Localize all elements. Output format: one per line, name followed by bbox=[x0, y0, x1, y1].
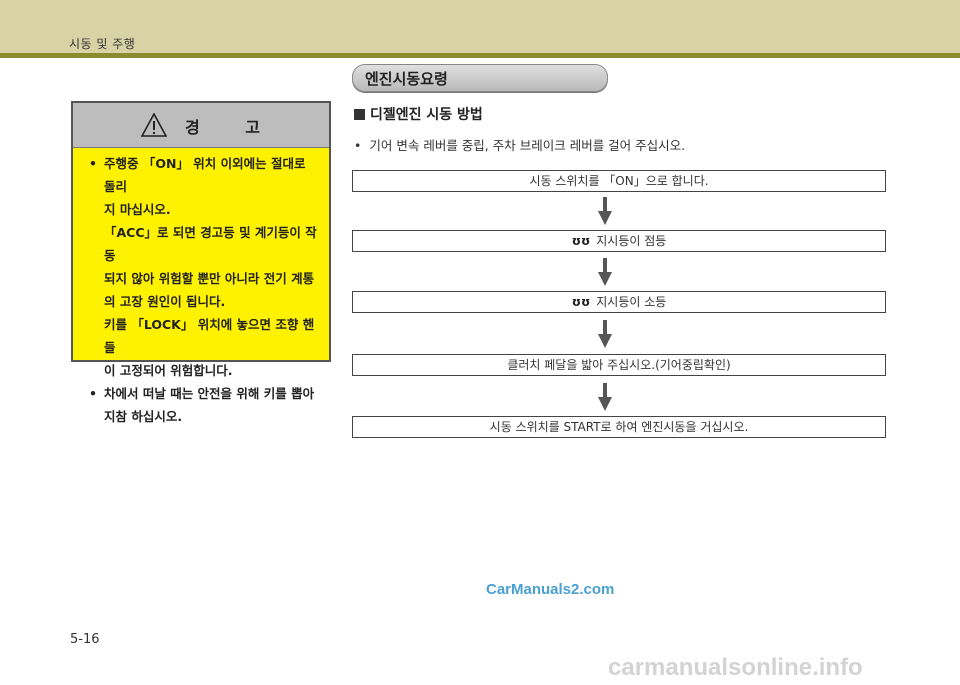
warning-line: 키를 「LOCK」 위치에 놓으면 조향 핸들 bbox=[104, 317, 315, 355]
step-box: ʊʊ 지시등이 소등 bbox=[352, 291, 886, 313]
warning-line: 주행중 「ON」 위치 이외에는 절대로 돌리 bbox=[104, 156, 306, 194]
warning-line: 지 마십시오. bbox=[104, 202, 171, 217]
section-title-pill: 엔진시동요령 bbox=[352, 64, 608, 92]
diesel-heading-text: 디젤엔진 시동 방법 bbox=[370, 107, 483, 123]
step-text: 지시등이 점등 bbox=[596, 234, 667, 248]
glow-plug-icon: ʊʊ bbox=[571, 234, 591, 248]
diesel-start-heading: 디젤엔진 시동 방법 bbox=[354, 104, 483, 124]
watermark-link[interactable]: CarManuals2.com bbox=[486, 581, 614, 598]
warning-item: 주행중 「ON」 위치 이외에는 절대로 돌리 지 마십시오. 「ACC」로 되… bbox=[89, 152, 321, 382]
warning-header: 경 고 bbox=[73, 103, 329, 148]
warning-line: 차에서 떠날 때는 안전을 위해 키를 뽑아 bbox=[104, 386, 315, 401]
warning-title: 경 고 bbox=[185, 118, 281, 137]
diesel-instruction-text: 기어 변속 레버를 중립, 주차 브레이크 레버를 걸어 주십시오. bbox=[369, 138, 686, 153]
down-arrow-icon bbox=[598, 320, 612, 348]
warning-triangle-icon bbox=[141, 113, 167, 137]
warning-line: 되지 않아 위험할 뿐만 아니라 전기 계통 bbox=[104, 271, 315, 286]
warning-line: 이 고정되어 위험합니다. bbox=[104, 363, 233, 378]
down-arrow-icon bbox=[598, 197, 612, 225]
down-arrow-icon bbox=[598, 383, 612, 411]
step-text: 시동 스위치를 START로 하여 엔진시동을 거십시오. bbox=[489, 420, 749, 434]
warning-box: 경 고 주행중 「ON」 위치 이외에는 절대로 돌리 지 마십시오. 「ACC… bbox=[71, 101, 331, 424]
chapter-title: 시동 및 주행 bbox=[69, 37, 136, 51]
step-box: 시동 스위치를 「ON」으로 합니다. bbox=[352, 170, 886, 192]
warning-line: 「ACC」로 되면 경고등 및 계기등이 작동 bbox=[104, 225, 317, 263]
step-text: 클러치 페달을 밟아 주십시오.(기어중립확인) bbox=[507, 358, 731, 372]
page-number: 5-16 bbox=[70, 632, 100, 647]
step-box: 시동 스위치를 START로 하여 엔진시동을 거십시오. bbox=[352, 416, 886, 438]
glow-plug-icon: ʊʊ bbox=[571, 295, 591, 309]
header-band bbox=[0, 0, 960, 53]
step-box: 클러치 페달을 밟아 주십시오.(기어중립확인) bbox=[352, 354, 886, 376]
warning-item: 차에서 떠날 때는 안전을 위해 키를 뽑아 지참 하십시오. bbox=[89, 382, 321, 428]
step-box: ʊʊ 지시등이 점등 bbox=[352, 230, 886, 252]
step-text: 시동 스위치를 「ON」으로 합니다. bbox=[529, 174, 709, 188]
section-title: 엔진시동요령 bbox=[365, 70, 448, 88]
down-arrow-icon bbox=[598, 258, 612, 286]
warning-line: 지참 하십시오. bbox=[104, 409, 183, 424]
square-bullet-icon bbox=[354, 109, 365, 120]
diesel-instruction: • 기어 변속 레버를 중립, 주차 브레이크 레버를 걸어 주십시오. bbox=[354, 135, 685, 154]
warning-list: 주행중 「ON」 위치 이외에는 절대로 돌리 지 마십시오. 「ACC」로 되… bbox=[89, 152, 321, 428]
header-divider bbox=[0, 53, 960, 58]
bullet-icon: • bbox=[354, 138, 362, 153]
footer-watermark: carmanualsonline.info bbox=[608, 654, 863, 681]
warning-line: 의 고장 원인이 됩니다. bbox=[104, 294, 226, 309]
step-text: 지시등이 소등 bbox=[596, 295, 667, 309]
